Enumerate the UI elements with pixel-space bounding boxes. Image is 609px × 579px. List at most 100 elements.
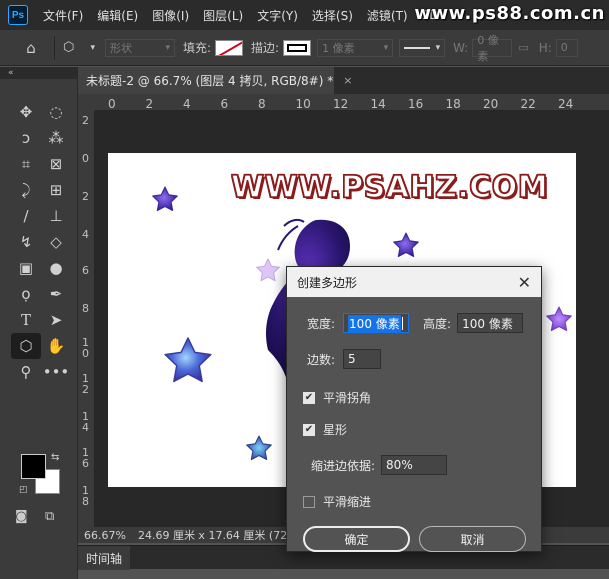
smooth-indent-row[interactable]: 平滑缩进	[303, 493, 371, 510]
brush-tool-icon[interactable]: ∕	[11, 203, 41, 229]
indent-field[interactable]: 80%	[381, 455, 448, 475]
tool-mode-value: 形状	[110, 41, 132, 55]
swap-colors-icon[interactable]: ⇆	[51, 452, 59, 463]
horizontal-ruler[interactable]: 0 2 4 6 8 10 12 14 16 18 20 22 24	[95, 94, 609, 111]
menu-select[interactable]: 选择(S)	[305, 7, 360, 24]
star-shape	[246, 435, 272, 461]
healing-brush-tool-icon[interactable]: ⊞	[41, 177, 71, 203]
size-row: 宽度: 100 像素 高度: 100 像素	[307, 313, 524, 333]
close-icon[interactable]: ×	[343, 74, 352, 87]
home-icon[interactable]: ⌂	[16, 35, 46, 61]
ruler-tick-label: 2	[82, 114, 89, 127]
width-field[interactable]: 100 像素	[343, 313, 410, 333]
height-input[interactable]: 0	[555, 38, 578, 57]
ruler-tick-label: 1 4	[82, 410, 89, 434]
foreground-color-swatch[interactable]	[21, 454, 46, 479]
stroke-width-value: 1 像素	[322, 41, 355, 55]
chevron-down-icon: ▾	[435, 42, 441, 53]
document-tab[interactable]: 未标题-2 @ 66.7% (图层 4 拷贝, RGB/8#) * ×	[78, 67, 352, 94]
close-icon[interactable]: ✕	[518, 273, 531, 292]
divider	[54, 35, 55, 60]
eraser-tool-icon[interactable]: ◇	[41, 229, 71, 255]
height-label: H:	[538, 40, 552, 55]
vertical-ruler[interactable]: 2 0 2 4 6 8 1 0 1 2 1 4 1 6 1 8	[78, 111, 95, 527]
more-tools-icon[interactable]: •••	[41, 359, 71, 385]
width-input[interactable]: 0 像素	[472, 34, 513, 63]
zoom-tool-icon[interactable]: ⚲	[11, 359, 41, 385]
stroke-type-select[interactable]: ▾	[399, 38, 446, 57]
height-label: 高度:	[423, 316, 452, 331]
menu-layer[interactable]: 图层(L)	[196, 7, 250, 24]
type-tool-icon[interactable]: T	[11, 307, 41, 333]
zoom-level[interactable]: 66.67%	[78, 529, 132, 542]
polygon-tool-preset-picker[interactable]: ⬡ ▾	[63, 37, 97, 59]
menu-file[interactable]: 文件(F)	[36, 7, 90, 24]
tool-mode-select[interactable]: 形状 ▾	[105, 38, 175, 57]
dialog-titlebar: 创建多边形 ✕	[287, 267, 541, 297]
star-checkbox[interactable]: ✔	[303, 423, 315, 436]
width-field-value: 100 像素	[348, 314, 401, 332]
cancel-button[interactable]: 取消	[419, 526, 526, 552]
smooth-indent-checkbox[interactable]	[303, 495, 315, 508]
marquee-tool-icon[interactable]: ◌	[41, 99, 71, 125]
stamp-tool-icon[interactable]: ⊥	[41, 203, 71, 229]
star-shape	[256, 258, 280, 282]
eyedropper-tool-icon[interactable]: ⤸	[11, 177, 41, 203]
menu-edit[interactable]: 编辑(E)	[90, 7, 145, 24]
stroke-width-select[interactable]: 1 像素 ▾	[317, 38, 394, 57]
history-brush-tool-icon[interactable]: ↯	[11, 229, 41, 255]
menu-image[interactable]: 图像(I)	[145, 7, 196, 24]
menu-filter[interactable]: 滤镜(T)	[360, 7, 415, 24]
stroke-label: 描边:	[251, 41, 280, 55]
ruler-tick-label: 20	[483, 97, 499, 111]
tools-panel: « ✥ ◌ ↄ ⁂ ⌗ ⊠ ⤸ ⊞ ∕ ⊥ ↯ ◇ ▣ ● ọ ✒ T ➤ ⬡ …	[0, 67, 78, 579]
sides-field[interactable]: 5	[343, 349, 382, 369]
photoshop-logo[interactable]: Ps	[8, 5, 28, 25]
height-field[interactable]: 100 像素	[457, 313, 524, 333]
ruler-tick-label: 22	[520, 97, 536, 111]
collapse-panel-button[interactable]: «	[0, 67, 77, 79]
star-row[interactable]: ✔ 星形	[303, 421, 347, 438]
blur-tool-icon[interactable]: ●	[41, 255, 71, 281]
ruler-tick-label: 1 8	[82, 484, 89, 508]
smooth-corners-checkbox[interactable]: ✔	[303, 391, 315, 404]
pen-tool-icon[interactable]: ✒	[41, 281, 71, 307]
ruler-tick-label: 4	[183, 97, 191, 111]
link-icon[interactable]: ▭	[518, 41, 528, 54]
quick-mask-icon[interactable]: ◙	[15, 509, 28, 524]
ruler-tick-label: 0	[108, 97, 116, 111]
move-tool-icon[interactable]: ✥	[11, 99, 41, 125]
ruler-tick-label: 8	[258, 97, 266, 111]
stroke-line-icon	[404, 46, 431, 49]
lasso-tool-icon[interactable]: ↄ	[11, 125, 41, 151]
ruler-tick-label: 0	[82, 152, 89, 165]
star-label: 星形	[323, 423, 348, 437]
polygon-tool-icon[interactable]: ⬡	[11, 333, 41, 359]
ruler-tick-label: 24	[558, 97, 574, 111]
frame-tool-icon[interactable]: ⊠	[41, 151, 71, 177]
smooth-corners-row[interactable]: ✔ 平滑拐角	[303, 389, 371, 406]
ok-button[interactable]: 确定	[303, 526, 410, 552]
screen-mode-icon[interactable]: ⧉	[45, 509, 54, 524]
crop-tool-icon[interactable]: ⌗	[11, 151, 41, 177]
document-tab-title: 未标题-2 @ 66.7% (图层 4 拷贝, RGB/8#) *	[86, 74, 334, 88]
path-selection-tool-icon[interactable]: ➤	[41, 307, 71, 333]
hand-tool-icon[interactable]: ✋	[41, 333, 71, 359]
ruler-tick-label: 12	[333, 97, 349, 111]
ruler-tick-label: 4	[82, 228, 89, 241]
magic-wand-tool-icon[interactable]: ⁂	[41, 125, 71, 151]
fill-swatch[interactable]	[215, 39, 244, 56]
indent-label: 缩进边依据:	[311, 458, 376, 473]
gradient-tool-icon[interactable]: ▣	[11, 255, 41, 281]
stroke-swatch[interactable]	[283, 39, 312, 56]
timeline-tab[interactable]: 时间轴	[78, 546, 131, 570]
default-colors-icon[interactable]: ◰	[19, 485, 28, 495]
options-bar: ⌂ ⬡ ▾ 形状 ▾ 填充: 描边: 1 像素 ▾ ▾ W: 0 像素 ▭ H:…	[0, 30, 609, 66]
ruler-tick-label: 6	[220, 97, 229, 111]
menu-type[interactable]: 文字(Y)	[250, 7, 305, 24]
star-shape	[152, 186, 178, 212]
ruler-tick-label: 1 0	[82, 336, 89, 360]
dodge-tool-icon[interactable]: ọ	[11, 281, 41, 307]
document-dimensions: 24.69 厘米 x 17.64 厘米 (72 pp	[137, 529, 305, 542]
ruler-origin[interactable]	[78, 94, 95, 111]
